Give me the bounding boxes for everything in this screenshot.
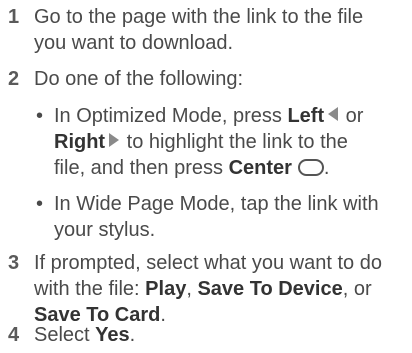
bullet-text: In Wide Page Mode, tap the link with you… <box>54 191 410 243</box>
save-to-device-option: Save To Device <box>197 278 343 300</box>
bullet-line: In Wide Page Mode, tap the link with <box>54 193 379 215</box>
right-key-label: Right <box>54 131 106 153</box>
text-fragment: Select <box>34 324 96 346</box>
step-text-line: you want to download. <box>34 32 234 54</box>
play-option: Play <box>145 278 187 300</box>
step-text: Go to the page with the link to the file… <box>34 4 412 56</box>
yes-option: Yes <box>95 324 130 346</box>
text-fragment: file, and then press <box>54 157 229 179</box>
text-fragment: or <box>340 105 364 127</box>
step-number: 3 <box>8 252 20 274</box>
text-fragment: . <box>129 324 136 346</box>
instruction-document: 1 Go to the page with the link to the fi… <box>0 0 412 353</box>
text-fragment: to highlight the link to the <box>121 131 348 153</box>
step-text: Do one of the following: <box>34 66 412 92</box>
text-fragment: . <box>323 157 330 179</box>
step-text: Select Yes. <box>34 322 412 348</box>
step-number: 1 <box>8 6 20 28</box>
step-number: 4 <box>8 324 20 346</box>
left-arrow-icon <box>328 107 339 121</box>
step-number: 2 <box>8 68 20 90</box>
step-text-line: Select Yes. <box>34 322 412 348</box>
bullet-line: your stylus. <box>54 219 156 241</box>
right-arrow-icon <box>109 133 120 147</box>
bullet-marker: • <box>36 193 44 215</box>
center-button-icon <box>297 159 324 176</box>
text-fragment: with the file: <box>34 278 146 300</box>
bullet-line: In Optimized Mode, press Left or <box>54 103 410 129</box>
center-key-label: Center <box>228 157 292 179</box>
bullet-line: Right to highlight the link to the <box>54 129 410 155</box>
left-key-label: Left <box>287 105 325 127</box>
text-fragment: In Optimized Mode, press <box>54 105 288 127</box>
step-text: If prompted, select what you want to do … <box>34 250 412 328</box>
step-text-line: If prompted, select what you want to do <box>34 252 382 274</box>
bullet-text: In Optimized Mode, press Left or Right t… <box>54 103 410 181</box>
bullet-line: file, and then press Center. <box>54 155 410 181</box>
text-fragment: , or <box>342 278 372 300</box>
bullet-marker: • <box>36 105 44 127</box>
text-fragment: , <box>186 278 198 300</box>
step-text-line: Go to the page with the link to the file <box>34 6 364 28</box>
step-text-line: with the file: Play, Save To Device, or <box>34 276 412 302</box>
step-text-line: Do one of the following: <box>34 68 244 90</box>
